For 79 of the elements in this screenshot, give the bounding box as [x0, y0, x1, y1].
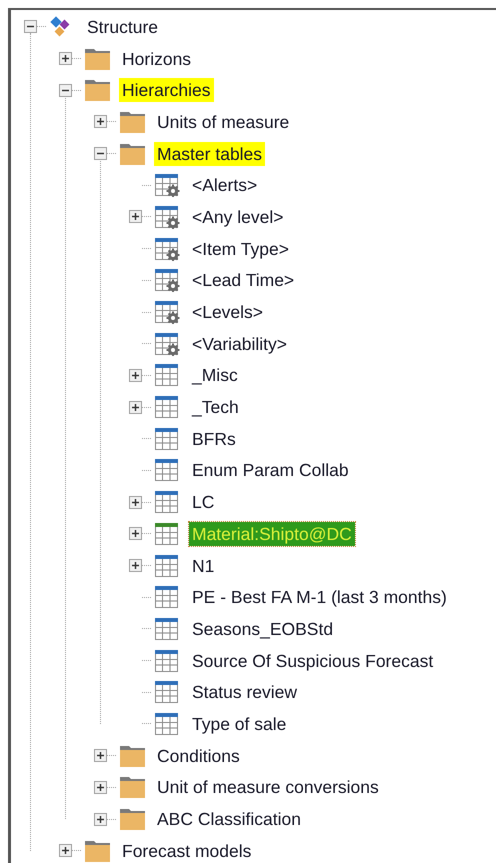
plus-icon: [131, 529, 140, 538]
plus-icon: [96, 814, 105, 824]
expand-toggle[interactable]: [94, 780, 107, 794]
table-icon: [154, 648, 180, 673]
collapse-toggle[interactable]: [59, 84, 72, 97]
plus-icon: [96, 782, 105, 792]
tree-item-label[interactable]: _Tech: [189, 395, 242, 420]
table-gear-icon: [154, 268, 180, 292]
tree-item-label[interactable]: BFRs: [189, 426, 239, 451]
folder-icon: [119, 110, 146, 134]
expand-toggle[interactable]: [129, 368, 142, 382]
expand-toggle[interactable]: [129, 496, 142, 509]
tree-item-label[interactable]: <Lead Time>: [189, 268, 298, 292]
table-icon: [154, 680, 180, 704]
table-gear-icon: [154, 236, 180, 261]
expand-toggle[interactable]: [129, 527, 142, 540]
folder-icon: [84, 78, 111, 102]
folder-icon: [119, 775, 146, 800]
tree-item-label[interactable]: ABC Classification: [154, 807, 304, 832]
plus-icon: [131, 212, 140, 222]
table-icon: [154, 522, 180, 546]
tree-item-label[interactable]: Master tables: [154, 142, 266, 166]
plus-icon: [61, 846, 70, 856]
table-gear-icon: [154, 300, 180, 324]
tree-item-label[interactable]: Forecast models: [119, 838, 254, 863]
plus-icon: [96, 751, 105, 760]
expand-toggle[interactable]: [129, 400, 142, 414]
folder-icon: [119, 744, 146, 768]
table-icon: [154, 585, 180, 610]
plus-icon: [131, 402, 140, 412]
tree-item-label[interactable]: Type of sale: [189, 712, 290, 736]
collapse-toggle[interactable]: [24, 20, 37, 34]
tree-item-label[interactable]: Enum Param Collab: [189, 458, 352, 482]
tree-item-label[interactable]: Conditions: [154, 744, 243, 768]
expand-toggle[interactable]: [94, 115, 107, 128]
table-gear-icon: [154, 332, 180, 356]
table-icon: [154, 395, 180, 420]
plus-icon: [131, 370, 140, 380]
table-icon: [154, 490, 180, 514]
table-icon: [154, 616, 180, 641]
table-gear-icon: [154, 173, 180, 198]
table-icon: [154, 363, 180, 388]
tree-item-label[interactable]: Horizons: [119, 46, 194, 71]
tree-item-label[interactable]: N1: [189, 554, 218, 578]
table-gear-icon: [154, 204, 180, 229]
expand-toggle[interactable]: [129, 559, 142, 572]
plus-icon: [131, 561, 140, 570]
tree-item-label[interactable]: <Levels>: [189, 300, 266, 324]
expand-toggle[interactable]: [59, 844, 72, 858]
plus-icon: [61, 54, 70, 64]
plus-icon: [96, 117, 105, 126]
tree-item-label[interactable]: <Variability>: [189, 332, 290, 356]
tree-item-label[interactable]: Unit of measure conversions: [154, 775, 382, 800]
tree-item-label[interactable]: Seasons_EOBStd: [189, 616, 336, 641]
expand-toggle[interactable]: [129, 210, 142, 224]
table-icon: [154, 554, 180, 578]
tree-item-label[interactable]: <Item Type>: [189, 236, 292, 261]
tree-item-label[interactable]: Source Of Suspicious Forecast: [189, 648, 436, 673]
expand-toggle[interactable]: [94, 812, 107, 826]
folder-icon: [84, 838, 111, 863]
folder-icon: [84, 46, 111, 71]
expand-toggle[interactable]: [94, 749, 107, 762]
tree-item-label[interactable]: <Any level>: [189, 204, 286, 229]
table-icon: [154, 712, 180, 736]
tree-item-label[interactable]: Hierarchies: [119, 78, 214, 102]
tree-item-label[interactable]: Structure: [84, 14, 161, 39]
folder-icon: [119, 142, 146, 166]
table-icon: [154, 458, 180, 482]
tree-item-label[interactable]: _Misc: [189, 363, 241, 388]
tree-item-label[interactable]: LC: [189, 490, 218, 514]
tree-item-label[interactable]: Units of measure: [154, 110, 292, 134]
collapse-toggle[interactable]: [94, 147, 107, 160]
expand-toggle[interactable]: [59, 52, 72, 66]
plus-icon: [131, 498, 140, 507]
table-icon: [154, 426, 180, 451]
tree-item-label[interactable]: <Alerts>: [189, 173, 260, 198]
tree-item-label[interactable]: PE - Best FA M-1 (last 3 months): [189, 585, 450, 610]
tree-item-label[interactable]: Status review: [189, 680, 300, 704]
folder-icon: [119, 807, 146, 832]
